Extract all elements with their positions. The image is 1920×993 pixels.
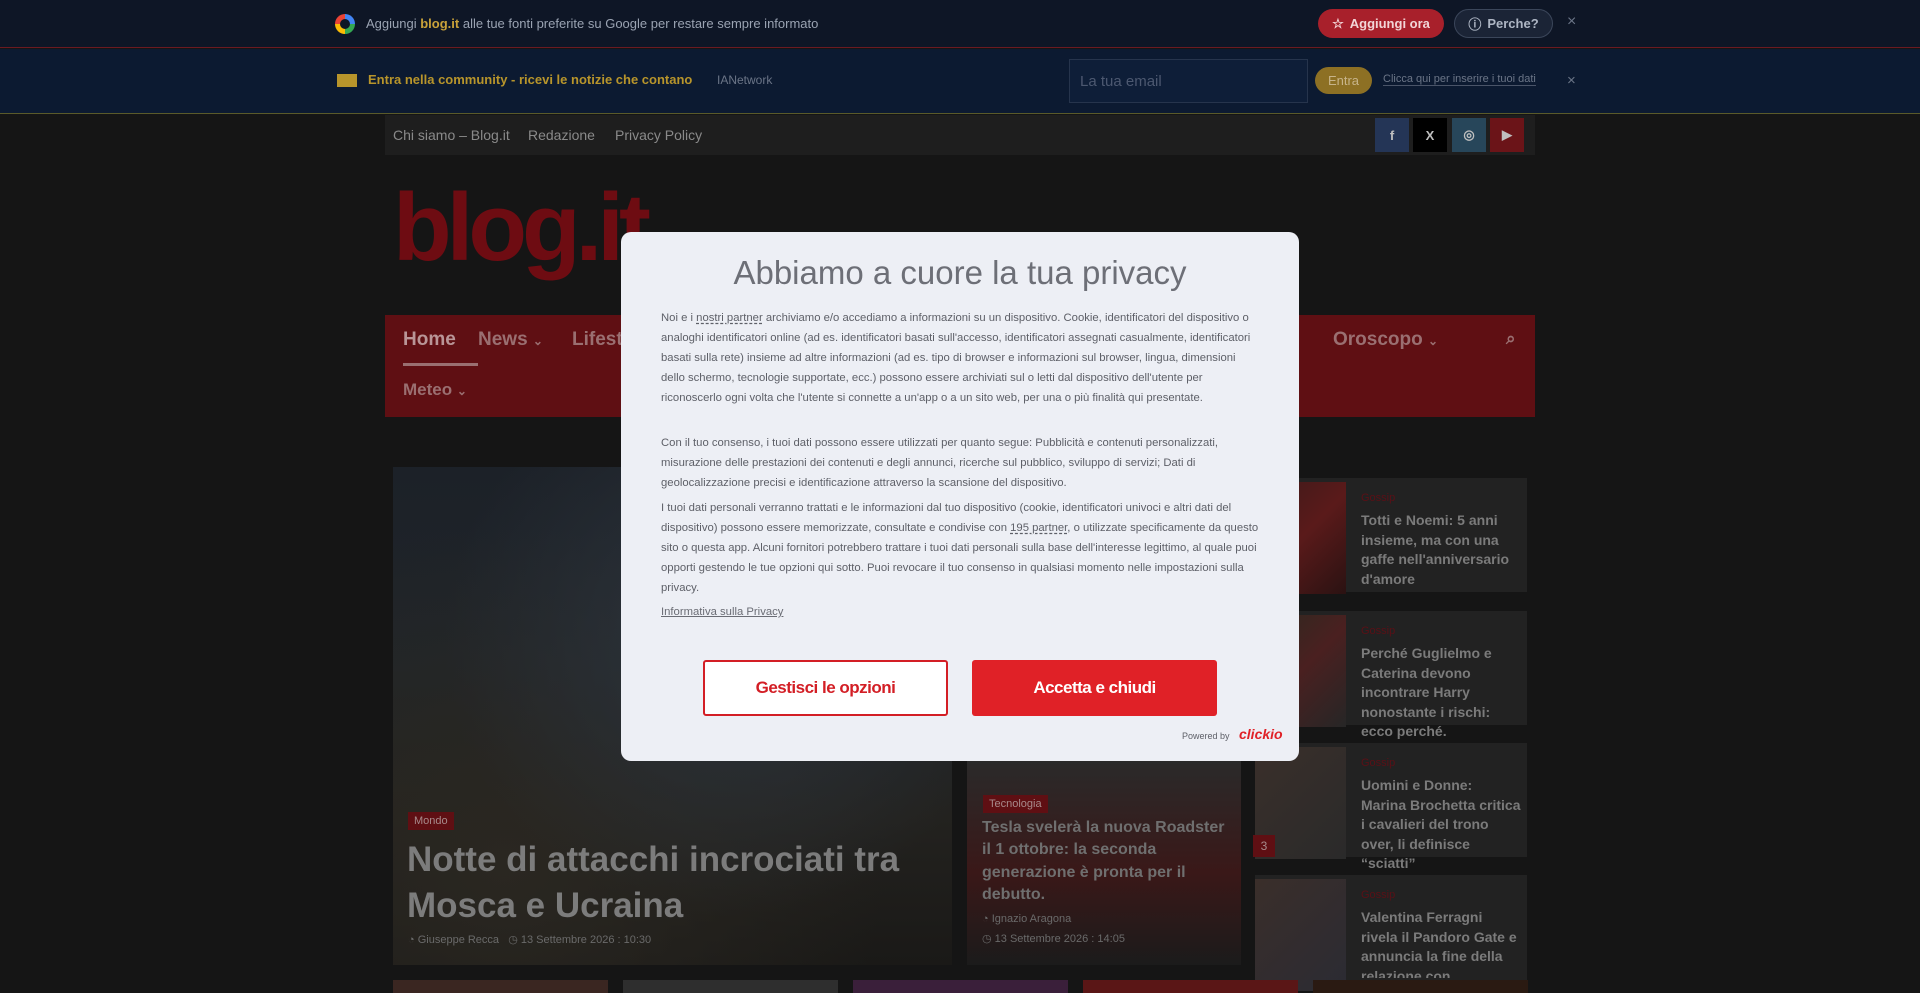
hero-title[interactable]: Notte di attacchi incrociati tra Mosca e…: [407, 837, 927, 928]
top-nav: Chi siamo – Blog.it Redazione Privacy Po…: [385, 115, 1535, 155]
side-date: ◷ 13 Settembre 2026 : 14:05: [982, 933, 1125, 945]
thumbnail: [1255, 879, 1346, 991]
thumbnail[interactable]: [393, 980, 608, 993]
star-icon: ☆: [1332, 15, 1344, 31]
nav-weather[interactable]: Meteo ⌄: [403, 380, 467, 400]
privacy-policy-link[interactable]: Informativa sulla Privacy: [661, 606, 783, 618]
info-icon: ⓘ: [1468, 17, 1482, 32]
google-bar-text: Aggiungi blog.it alle tue fonti preferit…: [366, 16, 819, 31]
nav-horoscope[interactable]: Oroscopo ⌄: [1333, 329, 1438, 351]
modal-title: Abbiamo a cuore la tua privacy: [733, 254, 1187, 291]
nav-link-editorial[interactable]: Redazione: [528, 127, 595, 143]
community-title: Entra nella community - ricevi le notizi…: [368, 72, 693, 87]
close-google-bar-icon[interactable]: ×: [1567, 13, 1576, 31]
chevron-down-icon: ⌄: [456, 384, 467, 398]
clock-icon: ◷: [508, 934, 518, 946]
nav-home[interactable]: Home: [403, 329, 456, 351]
thumbnail[interactable]: [853, 980, 1068, 993]
clock-icon: ◷: [982, 933, 992, 945]
powered-by-label: Powered by: [1182, 731, 1230, 741]
site-logo[interactable]: blog.it: [393, 180, 651, 276]
side-category[interactable]: Tecnologia: [983, 795, 1048, 813]
email-input[interactable]: La tua email: [1069, 59, 1308, 103]
modal-paragraph-1: Noi e i nostri partner archiviamo e/o ac…: [661, 312, 1251, 404]
google-bar-brand: blog.it: [420, 16, 460, 31]
nav-link-about[interactable]: Chi siamo – Blog.it: [393, 127, 510, 143]
side-article[interactable]: Tecnologia Tesla svelerà la nuova Roadst…: [967, 760, 1241, 965]
hero-meta: ◔ Giuseppe Recca ◷ 13 Settembre 2026 : 1…: [408, 934, 652, 946]
thumbnail[interactable]: [623, 980, 838, 993]
network-label: IANetwork: [717, 73, 773, 87]
facebook-icon[interactable]: f: [1375, 118, 1409, 152]
hero-category[interactable]: Mondo: [408, 812, 454, 830]
enter-data-link[interactable]: Clicca qui per inserire i tuoi dati: [1383, 73, 1536, 86]
partners-link[interactable]: nostri partner: [696, 312, 763, 324]
active-underline: [403, 363, 478, 366]
modal-paragraph-2: Con il tuo consenso, i tuoi dati possono…: [661, 437, 1219, 489]
list-item[interactable]: Gossip Uomini e Donne: Marina Brochetta …: [1255, 743, 1527, 871]
community-bar: Entra nella community - ricevi le notizi…: [0, 49, 1920, 114]
chevron-down-icon: ⌄: [532, 334, 543, 348]
add-now-button[interactable]: ☆ Aggiungi ora: [1318, 9, 1444, 38]
why-button[interactable]: ⓘ Perche?: [1454, 9, 1553, 38]
envelope-icon: [337, 74, 357, 87]
search-icon[interactable]: ⌕: [1506, 329, 1516, 349]
thumbnail[interactable]: [1313, 980, 1528, 993]
nav-news[interactable]: News ⌄: [478, 329, 543, 351]
nav-lifestyle[interactable]: Lifest: [572, 329, 623, 351]
rank-badge: 3: [1253, 835, 1275, 857]
list-item[interactable]: Gossip Valentina Ferragni rivela il Pand…: [1255, 875, 1527, 991]
modal-paragraph-3: I tuoi dati personali verranno trattati …: [661, 502, 1259, 594]
thumbnail[interactable]: [1083, 980, 1298, 993]
nav-link-privacy[interactable]: Privacy Policy: [615, 127, 702, 143]
google-sources-bar: Aggiungi blog.it alle tue fonti preferit…: [0, 0, 1920, 48]
accept-and-close-button[interactable]: Accetta e chiudi: [972, 660, 1217, 716]
close-community-bar-icon[interactable]: ×: [1567, 72, 1576, 89]
partners-count-link[interactable]: 195 partner: [1010, 522, 1067, 534]
side-author: ◔ Ignazio Aragona: [982, 913, 1072, 925]
chevron-down-icon: ⌄: [1428, 334, 1439, 348]
clickio-logo[interactable]: clickio: [1239, 726, 1283, 742]
x-twitter-icon[interactable]: X: [1413, 118, 1447, 152]
youtube-icon[interactable]: ▶: [1490, 118, 1524, 152]
manage-options-button[interactable]: Gestisci le opzioni: [703, 660, 948, 716]
instagram-icon[interactable]: ◎: [1452, 118, 1486, 152]
enter-button[interactable]: Entra: [1315, 67, 1372, 94]
google-logo-icon: [335, 14, 355, 34]
user-icon: ◔: [408, 934, 415, 946]
privacy-consent-modal: Abbiamo a cuore la tua privacy Noi e i n…: [621, 232, 1299, 761]
side-title[interactable]: Tesla svelerà la nuova Roadster il 1 ott…: [982, 817, 1232, 907]
user-icon: ◔: [982, 913, 989, 925]
